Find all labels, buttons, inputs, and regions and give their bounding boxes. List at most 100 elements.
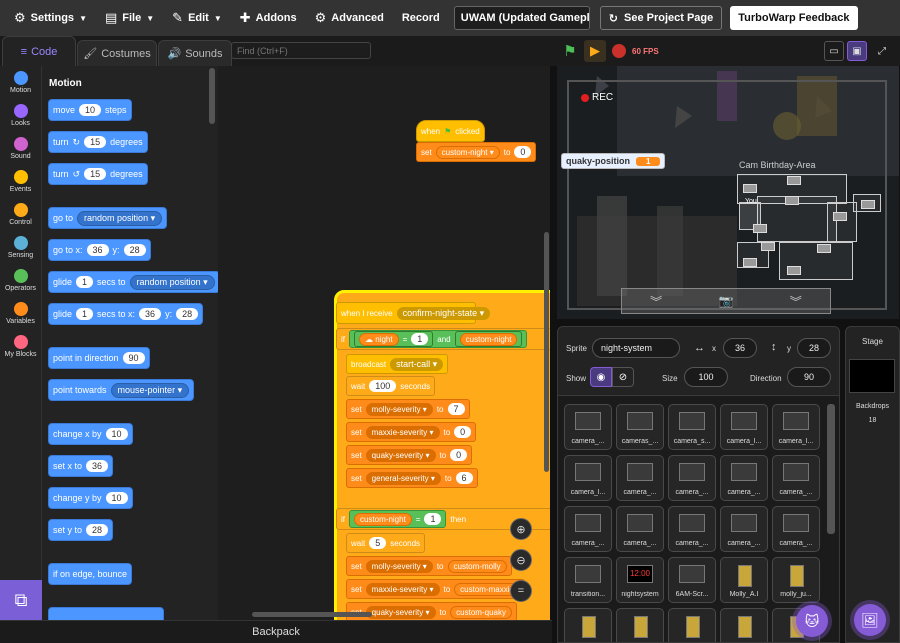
stage-thumbnail[interactable]: [849, 359, 895, 393]
equals-operator[interactable]: ☁ night = 1: [354, 331, 434, 347]
camera-icon[interactable]: [833, 212, 847, 221]
stage-selector[interactable]: Stage Backdrops 18: [845, 326, 900, 643]
show-hidden-button[interactable]: ⊘: [612, 367, 634, 387]
camera-icon[interactable]: [743, 258, 757, 267]
sprite-tile[interactable]: transition...: [564, 557, 612, 603]
bounce-block[interactable]: if on edge, bounce: [48, 563, 133, 585]
equals-operator[interactable]: custom-night: [454, 331, 523, 347]
direction-input[interactable]: 90: [122, 352, 145, 364]
camera-icon[interactable]: [787, 176, 801, 185]
move-steps-block[interactable]: move 10 steps: [48, 99, 132, 121]
point-direction-block[interactable]: point in direction 90: [48, 347, 150, 369]
secs-input[interactable]: 1: [76, 308, 94, 320]
variable-dropdown[interactable]: maxxie-severity ▾: [365, 582, 440, 596]
record-menu[interactable]: Record: [394, 0, 448, 36]
camera-icon[interactable]: [743, 184, 757, 193]
value-variable[interactable]: custom-quaky: [450, 605, 512, 619]
green-flag-button[interactable]: ⚑: [560, 42, 580, 60]
category-motion[interactable]: Motion: [0, 66, 41, 99]
change-x-input[interactable]: 10: [105, 428, 128, 440]
night-variable[interactable]: ☁ night: [359, 332, 399, 346]
and-operator[interactable]: ☁ night = 1 and custom-night: [349, 330, 528, 348]
go-to-xy-block[interactable]: go to x: 36 y: 28: [48, 239, 151, 261]
add-extension-button[interactable]: ⧉: [0, 580, 42, 620]
when-flag-clicked-hat[interactable]: when ⚑ clicked: [416, 120, 485, 142]
set-variable-block[interactable]: setquaky-severity ▾tocustom-quaky: [346, 602, 517, 620]
point-towards-block[interactable]: point towards mouse-pointer ▾: [48, 379, 195, 401]
glide-xy-block[interactable]: glide 1 secs to x: 36 y: 28: [48, 303, 204, 325]
camera-icon[interactable]: [753, 224, 767, 233]
camera-icon[interactable]: [817, 244, 831, 253]
sprite-tile[interactable]: 6AM-Scr...: [668, 557, 716, 603]
sprite-tile[interactable]: camera_...: [772, 506, 820, 552]
workspace-horizontal-scrollbar[interactable]: [252, 612, 372, 617]
workspace-vertical-scrollbar[interactable]: [544, 232, 549, 472]
wait-block[interactable]: wait 5 seconds: [346, 533, 426, 553]
broadcast-dropdown[interactable]: start-call ▾: [390, 357, 444, 371]
custom-night-variable[interactable]: custom-night: [459, 332, 518, 346]
turn-left-block[interactable]: turn ↺ 15 degrees: [48, 163, 148, 185]
set-variable-block[interactable]: set maxxie-severity ▾ to custom-maxxie: [346, 579, 525, 599]
sprite-list-scrollbar[interactable]: [827, 404, 835, 534]
variable-dropdown[interactable]: quaky-severity ▾: [365, 605, 436, 619]
sprite-tile[interactable]: molly_ju...: [772, 557, 820, 603]
settings-menu[interactable]: ⚙ Settings ▼: [6, 0, 95, 36]
sprite-tile[interactable]: camera_l...: [720, 404, 768, 450]
point-towards-dropdown[interactable]: mouse-pointer ▾: [110, 382, 190, 398]
zoom-out-button[interactable]: ⊖: [510, 549, 532, 571]
go-to-block[interactable]: go to random position ▾: [48, 207, 168, 229]
value-input[interactable]: 6: [455, 472, 473, 484]
compare-input[interactable]: 1: [424, 513, 442, 525]
tab-sounds[interactable]: 🔊 Sounds: [158, 40, 232, 66]
zoom-reset-button[interactable]: =: [510, 580, 532, 602]
show-visible-button[interactable]: ◉: [590, 367, 612, 387]
tab-costumes[interactable]: 🖌 Costumes: [77, 40, 157, 66]
secs-input[interactable]: 1: [76, 276, 94, 288]
set-variable-block[interactable]: set custom-night ▾ to 0: [416, 142, 537, 162]
sprite-tile[interactable]: camera_s...: [668, 404, 716, 450]
change-x-block[interactable]: change x by 10: [48, 423, 133, 445]
addons-menu[interactable]: ✚ Addons: [232, 0, 305, 36]
x-input[interactable]: 36: [86, 244, 109, 256]
project-title-input[interactable]: UWAM (Updated Gamepl...: [453, 6, 590, 30]
sprite-tile[interactable]: maxxie_j...: [616, 608, 664, 642]
sprite-tile[interactable]: Quaky_A.I: [668, 608, 716, 642]
value-input[interactable]: 0: [450, 449, 468, 461]
variable-dropdown[interactable]: molly-severity ▾: [365, 559, 433, 573]
set-variable-block[interactable]: set molly-severity ▾ to custom-molly: [346, 556, 512, 576]
change-y-input[interactable]: 10: [105, 492, 128, 504]
sprite-tile[interactable]: camera_...: [564, 404, 612, 450]
value-variable[interactable]: custom-molly: [447, 559, 507, 573]
sprite-tile[interactable]: camera_l...: [772, 404, 820, 450]
set-variable-block[interactable]: set quaky-severity ▾ to 0: [346, 445, 473, 465]
sprite-tile[interactable]: camera_...: [668, 506, 716, 552]
change-y-block[interactable]: change y by 10: [48, 487, 133, 509]
sprite-tile[interactable]: camera_...: [616, 506, 664, 552]
sprite-tile[interactable]: camera_l...: [564, 455, 612, 501]
sprite-tile[interactable]: cameras_...: [616, 404, 664, 450]
sprite-tile[interactable]: camera_...: [564, 506, 612, 552]
tab-code[interactable]: ≡ Code: [2, 36, 76, 66]
sprite-tile[interactable]: camera_...: [616, 455, 664, 501]
play-button[interactable]: ▶: [584, 40, 606, 62]
y-input[interactable]: 28: [176, 308, 199, 320]
sprite-name-input[interactable]: night-system: [592, 338, 680, 358]
x-position-input[interactable]: 36: [723, 338, 757, 358]
file-menu[interactable]: ▤ File ▼: [97, 0, 162, 36]
backpack-bar[interactable]: Backpack: [0, 620, 552, 643]
when-i-receive-hat[interactable]: when I receive confirm-night-state ▾: [336, 302, 491, 324]
variable-dropdown[interactable]: maxxie-severity ▾: [365, 425, 440, 439]
category-my-blocks[interactable]: My Blocks: [0, 330, 41, 363]
degrees-input[interactable]: 15: [84, 168, 107, 180]
feedback-button[interactable]: TurboWarp Feedback: [730, 6, 858, 30]
degrees-input[interactable]: 15: [84, 136, 107, 148]
set-y-input[interactable]: 28: [86, 524, 109, 536]
y-input[interactable]: 28: [123, 244, 146, 256]
message-dropdown[interactable]: confirm-night-state ▾: [396, 306, 491, 320]
category-looks[interactable]: Looks: [0, 99, 41, 132]
camera-icon[interactable]: [787, 266, 801, 275]
if-block[interactable]: if ☁ night = 1 and custom-night: [336, 328, 550, 350]
script-workspace[interactable]: when ⚑ clicked set custom-night ▾ to 0 when I…: [218, 66, 550, 620]
value-input[interactable]: 0: [514, 146, 532, 158]
set-x-input[interactable]: 36: [86, 460, 109, 472]
